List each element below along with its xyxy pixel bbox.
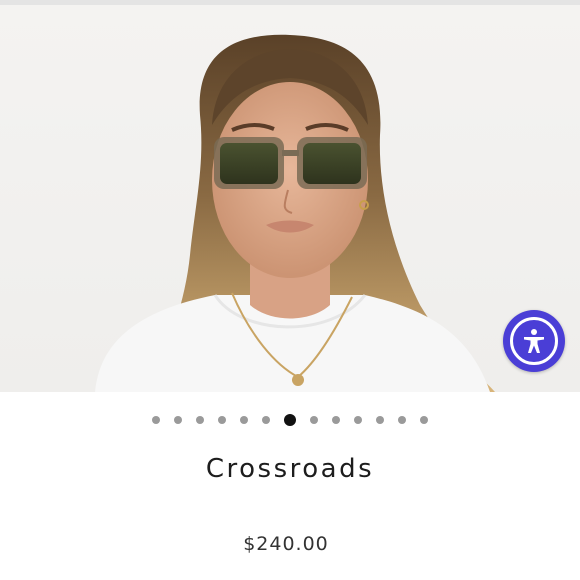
product-image[interactable]	[0, 5, 580, 392]
gallery-dot[interactable]	[240, 416, 248, 424]
gallery-dot[interactable]	[196, 416, 204, 424]
accessibility-icon	[510, 317, 558, 365]
gallery-dot[interactable]	[332, 416, 340, 424]
gallery-dot[interactable]	[398, 416, 406, 424]
gallery-dot[interactable]	[262, 416, 270, 424]
product-title: Crossroads	[205, 454, 375, 484]
gallery-dot[interactable]	[376, 416, 384, 424]
gallery-dot[interactable]	[420, 416, 428, 424]
model-photo	[95, 34, 495, 392]
gallery-dot-active[interactable]	[284, 414, 296, 426]
gallery-dot[interactable]	[152, 416, 160, 424]
gallery-dot[interactable]	[218, 416, 226, 424]
gallery-dot[interactable]	[310, 416, 318, 424]
gallery-dot[interactable]	[174, 416, 182, 424]
accessibility-button[interactable]	[503, 310, 565, 372]
product-page: Crossroads $240.00	[0, 0, 580, 580]
gallery-dot[interactable]	[354, 416, 362, 424]
product-price: $240.00	[243, 533, 329, 555]
gallery-pagination	[0, 410, 580, 430]
